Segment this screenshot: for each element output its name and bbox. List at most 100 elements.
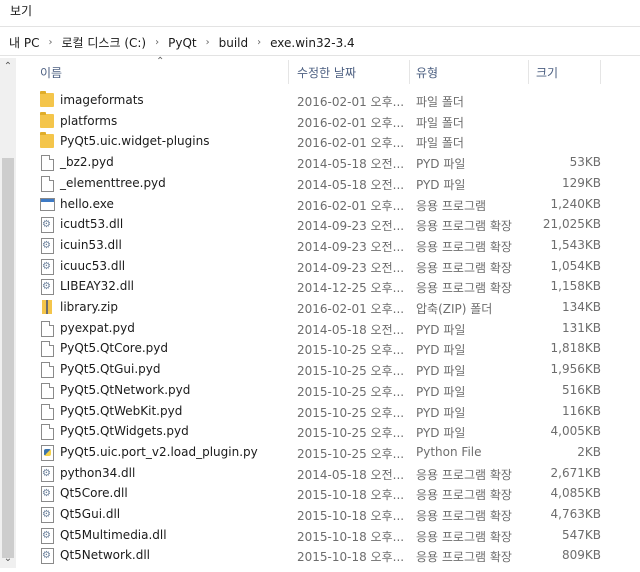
- scrollbar-thumb[interactable]: [2, 158, 14, 558]
- file-name: hello.exe: [60, 196, 114, 211]
- file-type: 응용 프로그램 확장: [416, 509, 512, 523]
- file-date: 2015-10-25 오후...: [297, 426, 405, 441]
- sort-ascending-icon: ⌃: [156, 56, 165, 67]
- file-row[interactable]: PyQt5.QtNetwork.pyd 2015-10-25 오후... PYD 파…: [28, 380, 640, 401]
- file-row[interactable]: python34.dll 2014-05-18 오전... 응용 프로그램 확장 2,…: [28, 463, 640, 484]
- file-date: 2015-10-25 오후...: [297, 446, 405, 461]
- file-date: 2016-02-01 오후...: [297, 136, 405, 151]
- scroll-down-icon[interactable]: ⌄: [2, 552, 14, 566]
- file-row[interactable]: PyQt5.uic.port_v2.load_plugin.py 2015-10-…: [28, 442, 640, 463]
- file-row[interactable]: _elementtree.pyd 2014-05-18 오전... PYD 파일 12…: [28, 173, 640, 194]
- file-row[interactable]: _bz2.pyd 2014-05-18 오전... PYD 파일 53KB: [28, 152, 640, 173]
- file-row[interactable]: platforms 2016-02-01 오후... 파일 폴더: [28, 111, 640, 132]
- file-type: 응용 프로그램 확장: [416, 281, 512, 296]
- column-header-size[interactable]: 크기: [536, 64, 558, 81]
- file-type: 파일 폴더: [416, 115, 464, 130]
- folder-icon: [40, 111, 54, 128]
- file-type: PYD 파일: [416, 426, 466, 441]
- file-name: _bz2.pyd: [60, 155, 114, 170]
- file-date: 2014-05-18 오전...: [297, 467, 405, 482]
- file-date: 2014-12-25 오후...: [297, 281, 405, 296]
- file-type: 응용 프로그램 확장: [416, 260, 512, 275]
- file-name: pyexpat.pyd: [60, 320, 135, 335]
- breadcrumb-separator-icon[interactable]: ›: [147, 37, 167, 48]
- file-date: 2015-10-18 오후...: [297, 509, 405, 523]
- file-name: LIBEAY32.dll: [60, 279, 135, 294]
- file-row[interactable]: PyQt5.QtWidgets.pyd 2015-10-25 오후... PYD 파…: [28, 421, 640, 442]
- file-name: PyQt5.uic.widget-plugins: [60, 134, 210, 149]
- dll-file-icon: [41, 486, 54, 503]
- file-name: library.zip: [60, 300, 118, 314]
- file-row[interactable]: LIBEAY32.dll 2014-12-25 오후... 응용 프로그램 확장 1,…: [28, 276, 640, 297]
- file-type: 압축(ZIP) 폴더: [416, 302, 493, 316]
- file-icon: [41, 362, 54, 379]
- file-row[interactable]: PyQt5.uic.widget-plugins 2016-02-01 오후...…: [28, 131, 640, 152]
- file-name: icuuc53.dll: [60, 258, 126, 273]
- file-size: 547KB: [561, 527, 601, 542]
- file-size: 131KB: [561, 320, 601, 335]
- file-row[interactable]: PyQt5.QtGui.pyd 2015-10-25 오후... PYD 파일 1,9…: [28, 359, 640, 380]
- dll-file-icon: [41, 237, 54, 254]
- breadcrumb-item-pyqt[interactable]: PyQt: [167, 36, 198, 50]
- file-icon: [41, 382, 54, 399]
- file-size: 4,085KB: [550, 486, 601, 501]
- breadcrumb-separator-icon[interactable]: ›: [249, 37, 269, 48]
- breadcrumb-item-this-pc[interactable]: 내 PC: [8, 34, 40, 51]
- file-size: 4,763KB: [550, 507, 601, 521]
- file-row[interactable]: pyexpat.pyd 2014-05-18 오전... PYD 파일 131KB: [28, 318, 640, 339]
- file-row[interactable]: library.zip 2016-02-01 오후... 압축(ZIP) 폴더 134…: [28, 297, 640, 318]
- file-size: 516KB: [561, 382, 601, 397]
- file-row[interactable]: icuuc53.dll 2014-09-23 오전... 응용 프로그램 확장 1,0…: [28, 256, 640, 277]
- file-row[interactable]: PyQt5.QtWebKit.pyd 2015-10-25 오후... PYD 파일…: [28, 401, 640, 422]
- file-type: PYD 파일: [416, 157, 466, 172]
- file-type: PYD 파일: [416, 177, 466, 192]
- file-type: PYD 파일: [416, 384, 466, 399]
- column-divider[interactable]: [288, 60, 289, 84]
- file-date: 2015-10-25 오후...: [297, 384, 405, 399]
- file-name: icudt53.dll: [60, 217, 124, 232]
- breadcrumb-separator-icon[interactable]: ›: [198, 37, 218, 48]
- breadcrumb-separator-icon[interactable]: ›: [40, 37, 60, 48]
- file-row[interactable]: Qt5Gui.dll 2015-10-18 오후... 응용 프로그램 확장 4,76…: [28, 504, 640, 525]
- file-type: 파일 폴더: [416, 95, 464, 109]
- file-name: PyQt5.QtWidgets.pyd: [60, 424, 189, 439]
- file-type: PYD 파일: [416, 364, 466, 379]
- file-name: python34.dll: [60, 465, 136, 480]
- file-row[interactable]: Qt5Network.dll 2015-10-18 오후... 응용 프로그램 확장…: [28, 545, 640, 566]
- file-row[interactable]: Qt5Core.dll 2015-10-18 오후... 응용 프로그램 확장 4,0…: [28, 483, 640, 504]
- file-size: 53KB: [569, 155, 601, 170]
- file-date: 2016-02-01 오후...: [297, 115, 405, 130]
- dll-file-icon: [41, 258, 54, 275]
- dll-file-icon: [41, 217, 54, 234]
- file-row[interactable]: Qt5Multimedia.dll 2015-10-18 오후... 응용 프로그램…: [28, 525, 640, 546]
- column-divider[interactable]: [409, 60, 410, 84]
- file-row[interactable]: icudt53.dll 2014-09-23 오전... 응용 프로그램 확장 21,…: [28, 214, 640, 235]
- file-type: 응용 프로그램 확장: [416, 467, 512, 482]
- file-name: Qt5Multimedia.dll: [60, 527, 167, 542]
- breadcrumb-item-local-disk[interactable]: 로컬 디스크 (C:): [60, 34, 147, 51]
- column-header-name[interactable]: 이름: [40, 64, 62, 81]
- file-name: Qt5Core.dll: [60, 486, 128, 501]
- file-row[interactable]: icuin53.dll 2014-09-23 오전... 응용 프로그램 확장 1,5…: [28, 235, 640, 256]
- file-date: 2014-05-18 오전...: [297, 177, 405, 192]
- column-header-type[interactable]: 유형: [416, 64, 438, 81]
- file-type: 응용 프로그램 확장: [416, 488, 512, 503]
- breadcrumb-item-exe-win32[interactable]: exe.win32-3.4: [269, 36, 356, 50]
- dll-file-icon: [41, 527, 54, 544]
- zip-folder-icon: [42, 300, 52, 314]
- vertical-scrollbar[interactable]: ⌃ ⌄: [0, 58, 16, 568]
- file-row[interactable]: hello.exe 2016-02-01 오후... 응용 프로그램 1,240KB: [28, 194, 640, 215]
- column-divider[interactable]: [528, 60, 529, 84]
- folder-icon: [40, 91, 54, 107]
- file-size: 21,025KB: [542, 217, 601, 232]
- ribbon-tab-view[interactable]: 보기: [10, 2, 32, 19]
- file-size: 1,054KB: [550, 258, 601, 273]
- address-bar[interactable]: 내 PC › 로컬 디스크 (C:) › PyQt › build › exe.…: [0, 26, 640, 56]
- file-row[interactable]: imageformats 2016-02-01 오후... 파일 폴더: [28, 90, 640, 111]
- column-header-date[interactable]: 수정한 날짜: [297, 64, 356, 81]
- breadcrumb-item-build[interactable]: build: [218, 36, 250, 50]
- column-divider[interactable]: [600, 60, 601, 84]
- file-size: 4,005KB: [550, 424, 601, 439]
- scroll-up-icon[interactable]: ⌃: [2, 60, 14, 74]
- file-row[interactable]: PyQt5.QtCore.pyd 2015-10-25 오후... PYD 파일 1,…: [28, 338, 640, 359]
